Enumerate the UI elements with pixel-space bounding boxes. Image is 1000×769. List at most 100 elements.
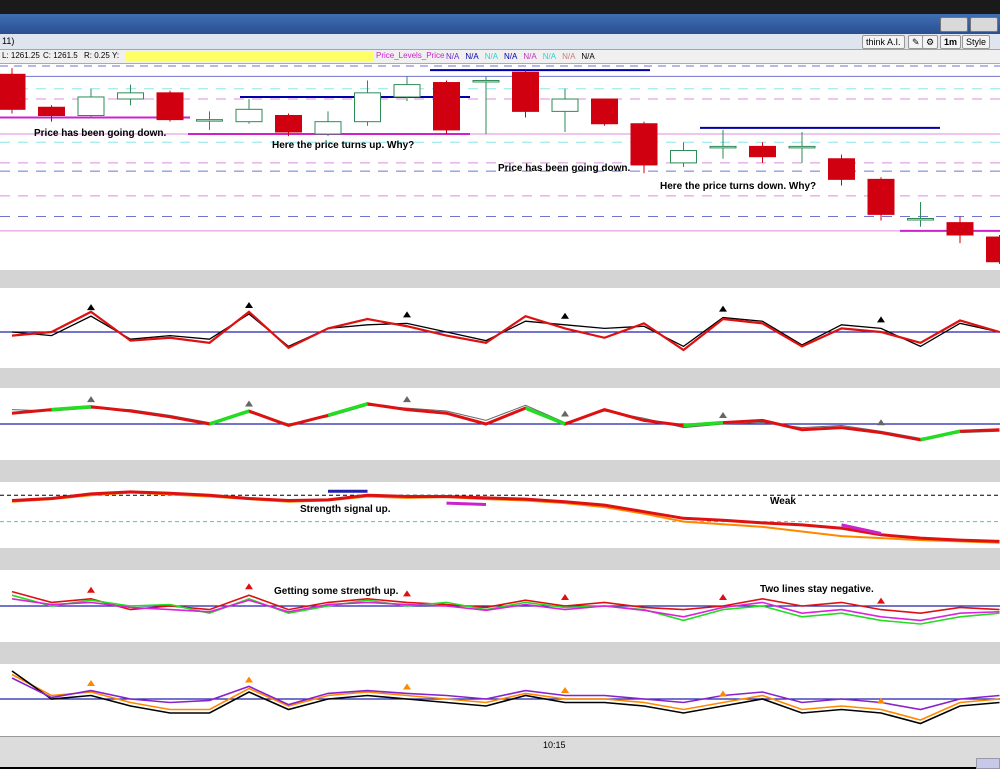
horizontal-scrollbar[interactable] — [976, 758, 1000, 769]
na-values: N/A N/A N/A N/A N/A N/A N/A N/A — [446, 51, 601, 60]
series-line — [12, 404, 1000, 440]
signal-marker — [561, 411, 569, 417]
signal-marker — [403, 311, 411, 317]
close-value: C: 1261.5 — [43, 51, 78, 60]
series-line — [12, 493, 1000, 543]
annotation-turns-up: Here the price turns up. Why? — [272, 140, 414, 151]
signal-marker — [403, 590, 411, 596]
think-ai-button[interactable]: think A.I. — [862, 35, 905, 49]
candle-body — [473, 80, 499, 82]
signal-marker — [245, 677, 253, 683]
panel-separator — [0, 368, 1000, 388]
signal-marker — [403, 684, 411, 690]
highlight-segment — [210, 411, 250, 424]
signal-marker — [87, 680, 95, 686]
candle-body — [157, 93, 183, 120]
signal-marker — [87, 587, 95, 593]
signal-marker — [245, 400, 253, 406]
timeframe-button[interactable]: 1m — [940, 35, 961, 49]
na-value: N/A — [465, 52, 478, 61]
signal-marker — [561, 313, 569, 319]
highlight-segment — [921, 431, 961, 440]
candle-body — [710, 146, 736, 148]
signal-marker — [877, 598, 885, 604]
na-value: N/A — [446, 52, 459, 61]
na-value: N/A — [543, 52, 556, 61]
na-value: N/A — [581, 52, 594, 61]
annotation-two-lines-negative: Two lines stay negative. — [760, 584, 874, 595]
annotation-strength-gaining: Getting some strength up. — [274, 586, 399, 597]
signal-marker — [719, 412, 727, 418]
candle-body — [0, 74, 25, 109]
signal-marker — [245, 583, 253, 589]
signal-marker — [877, 419, 885, 425]
candle-body — [315, 122, 341, 134]
annotation-strength-up: Strength signal up. — [300, 504, 391, 515]
candle-body — [829, 159, 855, 180]
candle-body — [789, 146, 815, 148]
candle-body — [39, 107, 65, 115]
low-value: L: 1261.25 — [2, 51, 40, 60]
highlight-segment — [447, 503, 487, 504]
style-button[interactable]: Style — [962, 35, 990, 49]
candle-body — [631, 124, 657, 165]
signal-marker — [719, 306, 727, 312]
series-line — [12, 678, 1000, 710]
candle-body — [987, 237, 1000, 262]
restore-button[interactable] — [970, 17, 998, 32]
candle-body — [236, 109, 262, 121]
highlight-segment — [526, 408, 566, 424]
annotation-turns-down: Here the price turns down. Why? — [660, 181, 816, 192]
window-title-bar — [0, 14, 1000, 34]
series-line — [12, 599, 1000, 621]
highlight-segment — [328, 404, 368, 416]
panel-separator — [0, 548, 1000, 570]
signal-marker — [87, 304, 95, 310]
series-line — [12, 492, 1000, 542]
candle-body — [434, 83, 460, 130]
study-info-bar: L: 1261.25 C: 1261.5 R: 0.25 Y: Price_Le… — [0, 50, 1000, 64]
annotation-price-down-2: Price has been going down. — [498, 163, 630, 174]
y-label: Y: — [112, 51, 119, 60]
signal-marker — [561, 594, 569, 600]
candle-body — [750, 146, 776, 156]
study-name[interactable]: Price_Levels_Price — [376, 51, 444, 60]
panel-separator — [0, 642, 1000, 664]
minimize-button[interactable] — [940, 17, 968, 32]
candle-body — [394, 85, 420, 97]
candle-body — [552, 99, 578, 111]
signal-marker — [561, 687, 569, 693]
chart-area[interactable]: Price has been going down. Here the price… — [0, 64, 1000, 736]
chart-toolbar: 11) think A.I. ✎ ⚙ 1m Style — [0, 34, 1000, 50]
na-value: N/A — [504, 52, 517, 61]
range-value: R: 0.25 — [84, 51, 110, 60]
signal-marker — [877, 316, 885, 322]
settings-icon[interactable]: ⚙ — [922, 35, 938, 49]
hidden-values-strip — [126, 51, 374, 61]
os-top-bar — [0, 0, 1000, 14]
signal-marker — [245, 302, 253, 308]
chart-svg: Price has been going down. Here the price… — [0, 64, 1000, 736]
highlight-segment — [52, 407, 92, 410]
na-value: N/A — [523, 52, 536, 61]
candle-body — [513, 72, 539, 111]
signal-marker — [719, 691, 727, 697]
candle-body — [868, 179, 894, 214]
candle-body — [947, 223, 973, 235]
annotation-weak: Weak — [770, 496, 796, 507]
na-value: N/A — [562, 52, 575, 61]
candle-body — [276, 116, 302, 132]
signal-marker — [403, 396, 411, 402]
candle-body — [355, 93, 381, 122]
panel-separator — [0, 460, 1000, 482]
candle-body — [78, 97, 104, 116]
time-axis: 10:15 — [0, 736, 1000, 767]
signal-marker — [87, 396, 95, 402]
candle-body — [592, 99, 618, 124]
candle-body — [671, 151, 697, 163]
signal-marker — [719, 594, 727, 600]
window-title-fragment: 11) — [2, 36, 14, 46]
na-value: N/A — [485, 52, 498, 61]
panel-separator — [0, 270, 1000, 288]
time-tick-label: 10:15 — [543, 740, 566, 750]
